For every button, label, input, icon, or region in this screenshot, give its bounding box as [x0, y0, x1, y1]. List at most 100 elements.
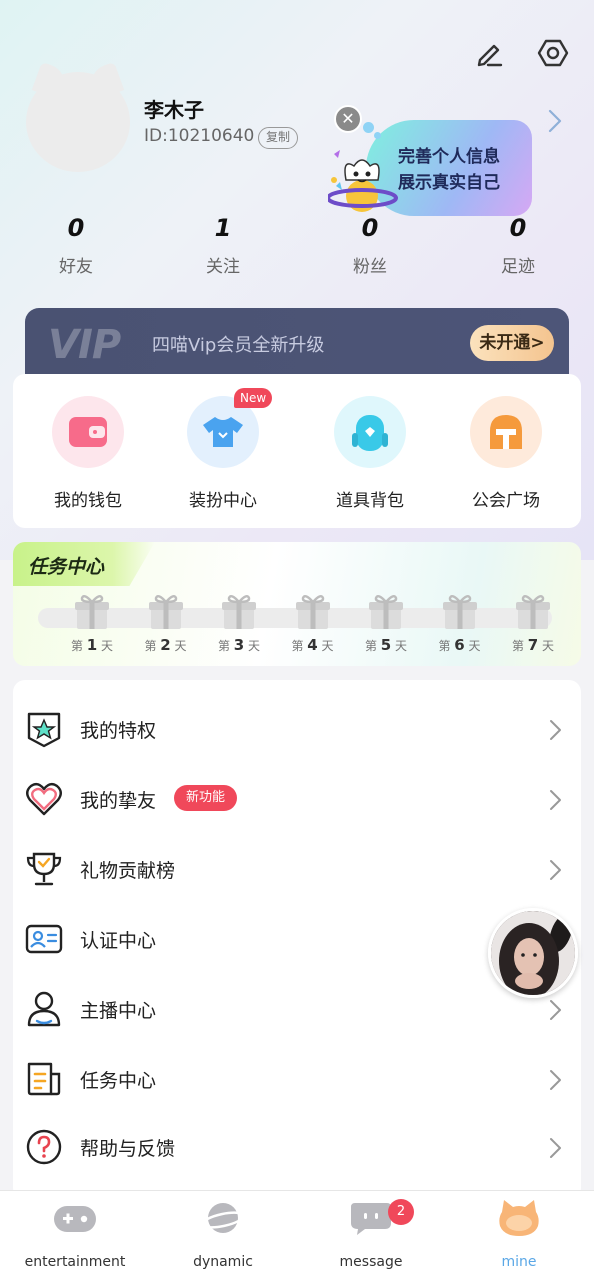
- checkin-day-label: 第 5 天: [364, 636, 408, 654]
- copy-id-button[interactable]: 复制: [258, 127, 299, 149]
- menu-streamer-label: 主播中心: [80, 1000, 157, 1022]
- menu-help-feedback-label: 帮助与反馈: [80, 1138, 176, 1160]
- privilege-icon: [27, 712, 61, 748]
- gear-icon: [537, 39, 569, 67]
- bubble-dot: [363, 122, 374, 133]
- menu-task-center[interactable]: 任务中心: [13, 1044, 581, 1114]
- nav-entertainment-label: entertainment: [24, 1254, 126, 1270]
- floating-live-avatar[interactable]: [488, 908, 578, 998]
- nav-mine[interactable]: mine: [444, 1196, 594, 1270]
- chat-bubble-icon: [351, 1203, 391, 1235]
- gift-box-icon[interactable]: [295, 593, 331, 631]
- stat-following-label[interactable]: 关注: [183, 252, 263, 277]
- quick-dressup[interactable]: 装扮中心: [163, 396, 283, 511]
- chevron-right-icon[interactable]: [546, 108, 564, 134]
- tshirt-icon: [203, 417, 243, 447]
- checkin-day-label: 第 4 天: [291, 636, 334, 654]
- chevron-right-icon: [550, 860, 561, 880]
- stat-footprint-count[interactable]: 0: [478, 214, 558, 242]
- menu-privilege[interactable]: 我的特权: [13, 694, 581, 764]
- settings-button[interactable]: [536, 36, 570, 70]
- checkin-day-label: 第 2 天: [144, 636, 187, 654]
- vip-logo: VIP: [48, 322, 121, 368]
- menu-help-feedback[interactable]: 帮助与反馈: [13, 1112, 581, 1182]
- pencil-icon: [477, 44, 503, 67]
- trophy-icon: [26, 852, 62, 886]
- cat-face-icon-wrap: [495, 1196, 543, 1240]
- close-icon[interactable]: ✕: [334, 105, 362, 133]
- nav-message[interactable]: message: [296, 1196, 446, 1270]
- menu-gift-ranking[interactable]: 礼物贡献榜: [13, 834, 581, 904]
- gift-box-icon[interactable]: [515, 593, 551, 631]
- promo-bubble-text: 完善个人信息 展示真实自己: [398, 144, 500, 196]
- stat-footprint-label[interactable]: 足迹: [478, 252, 558, 277]
- edit-button[interactable]: [472, 36, 506, 70]
- gift-box-icon[interactable]: [148, 593, 184, 631]
- avatar[interactable]: [26, 72, 130, 172]
- nav-mine-label: mine: [501, 1254, 537, 1270]
- nav-dynamic-label: dynamic: [193, 1254, 253, 1270]
- helmet-icon: [490, 415, 522, 449]
- chevron-right-icon: [550, 720, 561, 740]
- menu-task-center-label: 任务中心: [80, 1070, 157, 1092]
- nav-message-label: message: [339, 1254, 403, 1270]
- mascot-icon: [328, 150, 398, 212]
- stat-fans-label[interactable]: 粉丝: [330, 252, 410, 277]
- quick-backpack[interactable]: 道具背包: [310, 396, 430, 511]
- nav-entertainment[interactable]: entertainment: [0, 1196, 150, 1270]
- help-icon: [26, 1129, 62, 1165]
- planet-icon-wrap: [199, 1196, 247, 1240]
- menu-gift-ranking-label: 礼物贡献榜: [80, 860, 176, 882]
- checkin-day-label: 第 7 天: [511, 636, 555, 654]
- backpack-icon: [352, 415, 388, 451]
- chevron-right-icon: [550, 1138, 561, 1158]
- menu-streamer[interactable]: 主播中心: [13, 974, 581, 1044]
- stat-following-count[interactable]: 1: [183, 214, 263, 242]
- helmet-icon-circle: [470, 396, 542, 468]
- message-count-badge: 2: [388, 1199, 414, 1225]
- menu-privilege-label: 我的特权: [80, 720, 157, 742]
- bubble-dot: [374, 132, 381, 139]
- gift-box-icon[interactable]: [368, 593, 404, 631]
- menu-verification-label: 认证中心: [80, 930, 157, 952]
- gamepad-icon: [54, 1206, 96, 1232]
- quick-dressup-label: 装扮中心: [189, 491, 257, 511]
- stat-friends-label[interactable]: 好友: [36, 252, 116, 277]
- vip-open-button[interactable]: 未开通>: [470, 325, 554, 361]
- stat-friends-count[interactable]: 0: [36, 214, 116, 242]
- gift-box-icon[interactable]: [442, 593, 478, 631]
- checkin-day-label: 第 3 天: [217, 636, 261, 654]
- heart-icon: [26, 782, 62, 816]
- new-badge: New: [234, 388, 273, 408]
- promo-line-1: 完善个人信息: [398, 147, 500, 167]
- promo-line-2: 展示真实自己: [398, 173, 500, 193]
- quick-guild-label: 公会广场: [472, 491, 540, 511]
- wallet-icon: [69, 417, 107, 447]
- person-icon: [27, 991, 61, 1027]
- user-id: ID:10210640: [144, 126, 255, 146]
- quick-guild[interactable]: 公会广场: [446, 396, 566, 511]
- quick-wallet-label: 我的钱包: [54, 491, 122, 511]
- quick-backpack-label: 道具背包: [336, 491, 404, 511]
- cat-face-icon: [499, 1200, 539, 1236]
- id-card-icon: [25, 924, 63, 954]
- planet-icon: [201, 1203, 245, 1233]
- vip-text: 四喵Vip会员全新升级: [152, 335, 325, 356]
- stat-fans-count[interactable]: 0: [330, 214, 410, 242]
- chevron-right-icon: [550, 1000, 561, 1020]
- backpack-icon-circle: [334, 396, 406, 468]
- gift-box-icon[interactable]: [74, 593, 110, 631]
- task-center-title: 任务中心: [28, 556, 105, 578]
- task-list-icon: [27, 1062, 61, 1096]
- menu-best-friend[interactable]: 我的挚友: [13, 764, 581, 834]
- quick-wallet[interactable]: 我的钱包: [28, 396, 148, 511]
- nav-dynamic[interactable]: dynamic: [148, 1196, 298, 1270]
- gift-box-icon[interactable]: [221, 593, 257, 631]
- new-feature-badge: 新功能: [174, 785, 238, 811]
- chat-bubble-icon-wrap: [347, 1196, 395, 1240]
- username: 李木子: [144, 98, 204, 122]
- checkin-day-label: 第 6 天: [438, 636, 481, 654]
- gamepad-icon-wrap: [51, 1196, 99, 1240]
- chevron-right-icon: [550, 1070, 561, 1090]
- wallet-icon-circle: [52, 396, 124, 468]
